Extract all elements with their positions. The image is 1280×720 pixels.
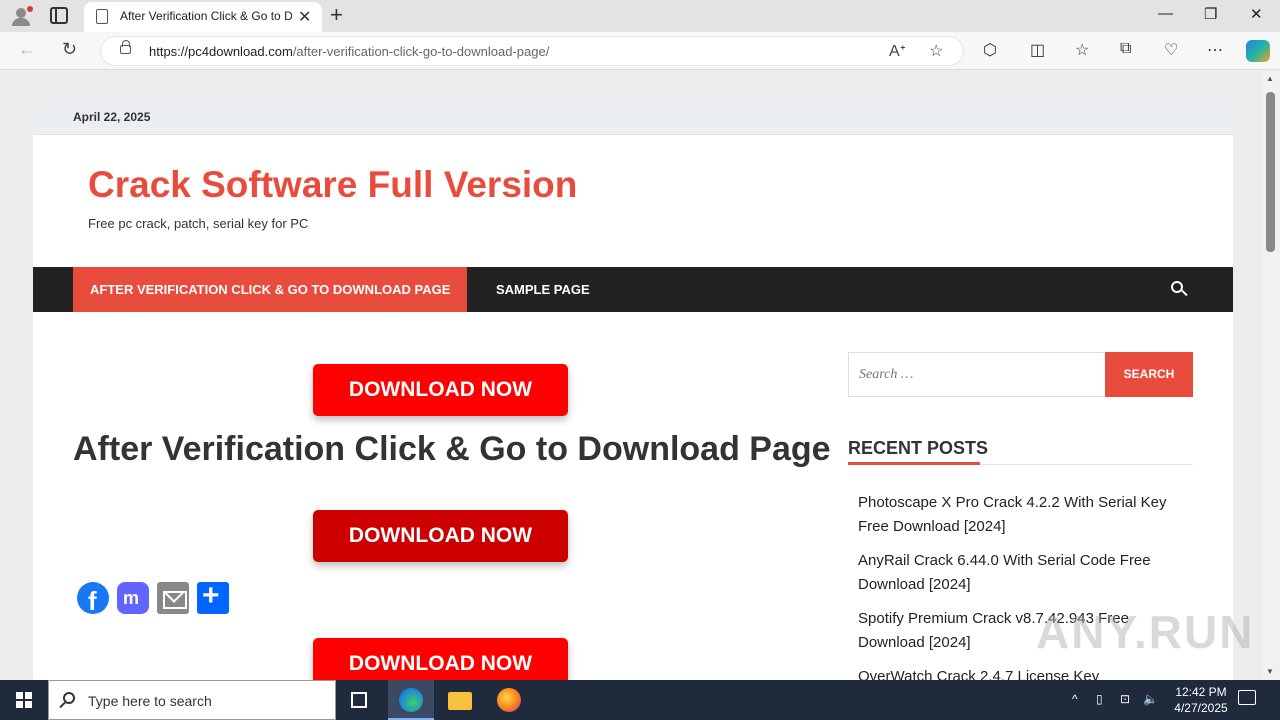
new-tab-icon[interactable]: + (330, 2, 343, 28)
taskbar-search-placeholder: Type here to search (88, 693, 212, 709)
browser-toolbar: ← ↻ https://pc4download.com/after-verifi… (0, 32, 1280, 70)
browser-essentials-icon[interactable]: ♡ (1164, 40, 1178, 60)
sidebar-search-input[interactable] (849, 353, 1105, 396)
post-title: After Verification Click & Go to Downloa… (73, 430, 831, 468)
nav-item-download-page[interactable]: AFTER VERIFICATION CLICK & GO TO DOWNLOA… (73, 267, 468, 312)
firefox-icon[interactable] (497, 688, 521, 712)
battery-icon[interactable]: ▯ (1096, 692, 1103, 706)
tab-actions-icon[interactable] (50, 7, 68, 24)
task-view-icon[interactable] (351, 692, 367, 708)
taskbar-search-icon (63, 692, 75, 704)
close-tab-icon[interactable]: ✕ (298, 7, 311, 27)
file-explorer-icon[interactable] (448, 692, 472, 710)
anyrun-watermark: ANY.RUN (1036, 606, 1255, 658)
tab-title: After Verification Click & Go to D (120, 9, 292, 23)
restore-icon[interactable]: ❐ (1204, 5, 1217, 23)
site-container: April 22, 2025 Crack Software Full Versi… (33, 100, 1233, 680)
window-close-icon[interactable]: ✕ (1250, 5, 1263, 23)
network-icon[interactable]: ⊡ (1120, 692, 1130, 706)
notifications-icon[interactable] (1238, 690, 1256, 705)
facebook-share-icon[interactable]: f (77, 582, 109, 616)
show-hidden-icons-icon[interactable]: ^ (1072, 692, 1078, 706)
split-screen-icon[interactable]: ◫ (1030, 40, 1045, 60)
recent-post-link[interactable]: OverWatch Crack 2.4.7 License Key Downlo… (858, 665, 1168, 680)
recent-posts-title: RECENT POSTS (848, 438, 989, 458)
recent-post-link[interactable]: AnyRail Crack 6.44.0 With Serial Code Fr… (858, 549, 1168, 597)
read-aloud-icon[interactable]: Aᐩ (889, 41, 906, 61)
settings-more-icon[interactable]: ⋯ (1207, 40, 1223, 60)
mastodon-share-icon[interactable]: m (117, 582, 149, 614)
lock-icon[interactable] (120, 40, 131, 54)
header-date: April 22, 2025 (73, 110, 151, 124)
copilot-icon[interactable] (1246, 40, 1270, 62)
top-bar: April 22, 2025 (33, 100, 1233, 135)
profile-icon[interactable] (8, 4, 36, 28)
nav-item-sample-page[interactable]: SAMPLE PAGE (479, 267, 607, 312)
volume-icon[interactable]: 🔈 (1143, 692, 1158, 706)
browser-tab[interactable]: After Verification Click & Go to D ✕ (84, 2, 322, 32)
download-button[interactable]: DOWNLOAD NOW (313, 510, 568, 562)
share-icon[interactable]: + (197, 579, 229, 614)
favorite-star-icon[interactable]: ☆ (929, 41, 943, 61)
site-description: Free pc crack, patch, serial key for PC (88, 216, 309, 231)
extensions-icon[interactable]: ⬡ (983, 40, 997, 60)
windows-start-icon[interactable] (16, 692, 32, 708)
tab-strip: After Verification Click & Go to D ✕ + —… (0, 0, 1280, 32)
sidebar-search-button[interactable]: SEARCH (1105, 352, 1193, 397)
recent-post-link[interactable]: Photoscape X Pro Crack 4.2.2 With Serial… (858, 491, 1168, 539)
minimize-icon[interactable]: — (1158, 5, 1173, 22)
download-button[interactable]: DOWNLOAD NOW (313, 638, 568, 680)
system-clock[interactable]: 12:42 PM 4/27/2025 (1164, 684, 1238, 716)
scrollbar-thumb[interactable] (1266, 92, 1275, 252)
scroll-down-icon[interactable]: ▼ (1266, 667, 1274, 676)
email-share-icon[interactable] (157, 582, 189, 614)
taskbar: Type here to search ^ ▯ ⊡ 🔈 12:42 PM 4/2… (0, 680, 1280, 720)
download-button[interactable]: DOWNLOAD NOW (313, 364, 568, 416)
taskbar-search-box[interactable]: Type here to search (48, 680, 336, 720)
page-viewport: April 22, 2025 Crack Software Full Versi… (0, 70, 1262, 680)
refresh-icon[interactable]: ↻ (62, 39, 77, 60)
clock-date: 4/27/2025 (1174, 701, 1228, 715)
back-icon[interactable]: ← (18, 39, 36, 60)
search-icon[interactable] (1171, 281, 1188, 297)
scroll-up-icon[interactable]: ▲ (1266, 74, 1274, 83)
page-scrollbar[interactable]: ▲ ▼ (1262, 70, 1280, 680)
clock-time: 12:42 PM (1175, 685, 1227, 699)
favorites-icon[interactable]: ☆ (1075, 40, 1089, 60)
site-title[interactable]: Crack Software Full Version (88, 164, 577, 206)
collections-icon[interactable]: ⧉ (1120, 40, 1131, 58)
sidebar-search-field[interactable] (848, 352, 1106, 397)
edge-taskbar-icon[interactable] (388, 680, 434, 720)
url-text[interactable]: https://pc4download.com/after-verificati… (149, 44, 549, 59)
page-favicon-icon (96, 9, 108, 24)
main-navigation: AFTER VERIFICATION CLICK & GO TO DOWNLOA… (33, 267, 1233, 312)
address-bar[interactable]: https://pc4download.com/after-verificati… (100, 36, 964, 66)
widget-title-underline (848, 462, 980, 465)
